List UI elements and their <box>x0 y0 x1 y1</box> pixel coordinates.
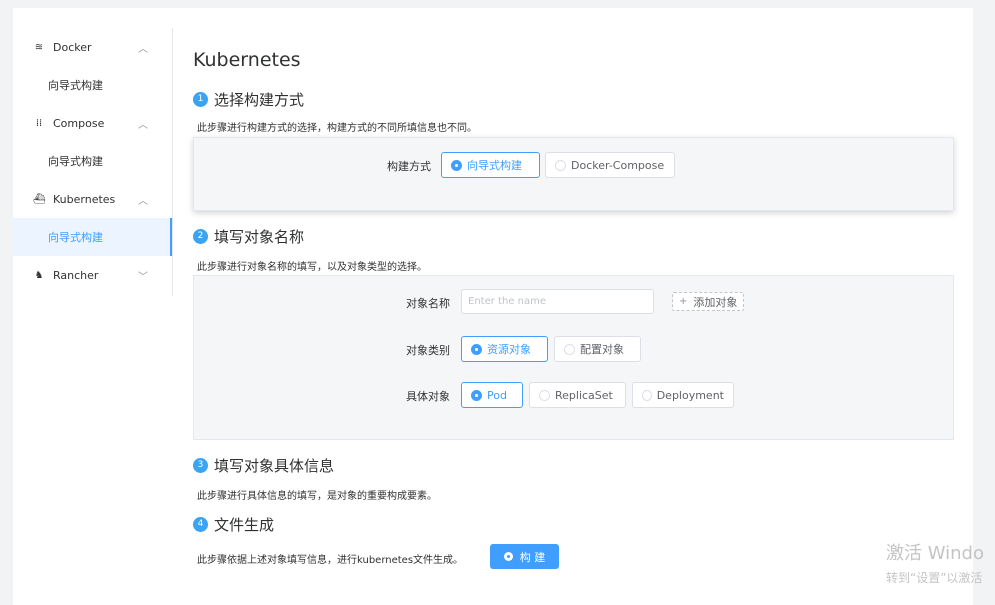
chevron-up-icon: ︿ <box>138 196 148 207</box>
radio-checked-icon <box>471 343 482 355</box>
sidebar-group-compose[interactable]: ⁞⁞ Compose ︿ <box>13 104 172 142</box>
chevron-up-icon: ︿ <box>138 44 148 55</box>
sidebar-group-docker[interactable]: ≋ Docker ︿ <box>13 28 172 66</box>
chevron-up-icon: ︿ <box>138 120 148 131</box>
sidebar-group-label: Kubernetes <box>53 192 116 206</box>
grid-icon: ⁞⁞ <box>35 117 43 129</box>
page-title: Kubernetes <box>193 49 301 71</box>
radio-unchecked-icon <box>539 389 550 401</box>
radio-label: ReplicaSet <box>555 388 613 402</box>
sidebar-group-label: Docker <box>53 40 92 54</box>
radio-label: 向导式构建 <box>467 159 522 172</box>
radio-unchecked-icon <box>564 343 575 355</box>
add-object-label: 添加对象 <box>693 295 738 309</box>
radio-replicaset[interactable]: ReplicaSet <box>529 382 626 408</box>
sidebar-group-label: Compose <box>53 116 105 130</box>
radio-docker-compose[interactable]: Docker-Compose <box>545 152 675 178</box>
chevron-down-icon: ﹀ <box>138 272 148 283</box>
step-number-badge: 1 <box>193 92 208 107</box>
radio-label: 配置对象 <box>580 343 624 356</box>
watermark-line-1: 激活 Windo <box>886 543 984 564</box>
watermark-line-2: 转到“设置”以激活 <box>886 571 983 585</box>
radio-label: Docker-Compose <box>571 158 665 172</box>
object-category-label: 对象类别 <box>406 344 450 357</box>
object-name-input[interactable] <box>461 289 654 314</box>
step-4-header: 4 文件生成 <box>193 514 274 535</box>
build-mode-label: 构建方式 <box>387 160 431 173</box>
plus-icon: + <box>679 296 688 307</box>
step-number-badge: 2 <box>193 229 208 244</box>
radio-label: Pod <box>487 388 507 402</box>
radio-deployment[interactable]: Deployment <box>632 382 734 408</box>
step-title: 文件生成 <box>214 516 275 534</box>
radio-unchecked-icon <box>642 389 652 401</box>
step-description: 此步骤进行具体信息的填写，是对象的重要构成要素。 <box>197 491 437 502</box>
sidebar-group-label: Rancher <box>53 268 99 282</box>
sidebar-item-kubernetes-wizard[interactable]: 向导式构建 <box>13 218 172 256</box>
step-title: 填写对象名称 <box>214 228 305 246</box>
step-title: 选择构建方式 <box>214 91 305 109</box>
step-1-header: 1 选择构建方式 <box>193 89 304 110</box>
object-kind-label: 具体对象 <box>406 390 450 403</box>
step-number-badge: 4 <box>193 517 208 532</box>
build-icon <box>503 552 513 561</box>
radio-config-object[interactable]: 配置对象 <box>554 336 641 362</box>
sidebar-group-kubernetes[interactable]: ⛴ Kubernetes ︿ <box>13 180 172 218</box>
radio-label: 资源对象 <box>487 343 531 356</box>
step-description: 此步骤依据上述对象填写信息，进行kubernetes文件生成。 <box>197 555 464 566</box>
windows-activation-watermark: 激活 Windo 转到“设置”以激活 <box>886 539 984 586</box>
step-3-header: 3 填写对象具体信息 <box>193 455 334 476</box>
main-card: ≋ Docker ︿ 向导式构建 ⁞⁞ Compose ︿ 向导式构建 ⛴ Ku… <box>13 8 973 605</box>
step-description: 此步骤进行构建方式的选择，构建方式的不同所填信息也不同。 <box>197 123 477 134</box>
build-button[interactable]: 构 建 <box>490 544 559 569</box>
radio-pod[interactable]: Pod <box>461 382 523 408</box>
object-name-label: 对象名称 <box>406 297 450 310</box>
radio-checked-icon <box>451 159 462 171</box>
step-description: 此步骤进行对象名称的填写，以及对象类型的选择。 <box>197 262 427 273</box>
build-button-label: 构 建 <box>519 550 546 564</box>
sidebar-menu: ≋ Docker ︿ 向导式构建 ⁞⁞ Compose ︿ 向导式构建 ⛴ Ku… <box>13 28 173 296</box>
sidebar-item-compose-wizard[interactable]: 向导式构建 <box>13 142 172 180</box>
radio-resource-object[interactable]: 资源对象 <box>461 336 548 362</box>
radio-unchecked-icon <box>555 159 566 171</box>
radio-label: Deployment <box>656 388 724 402</box>
sidebar-group-rancher[interactable]: ♞ Rancher ﹀ <box>13 256 172 294</box>
radio-wizard-build[interactable]: 向导式构建 <box>441 152 540 178</box>
layers-icon: ≋ <box>34 41 44 53</box>
sidebar-item-docker-wizard[interactable]: 向导式构建 <box>13 66 172 104</box>
radio-checked-icon <box>471 389 482 401</box>
add-object-button[interactable]: + 添加对象 <box>672 292 745 311</box>
step-title: 填写对象具体信息 <box>214 457 335 475</box>
step-number-badge: 3 <box>193 458 208 473</box>
rancher-icon: ♞ <box>34 269 44 281</box>
step-2-header: 2 填写对象名称 <box>193 226 304 247</box>
ship-icon: ⛴ <box>33 193 46 205</box>
